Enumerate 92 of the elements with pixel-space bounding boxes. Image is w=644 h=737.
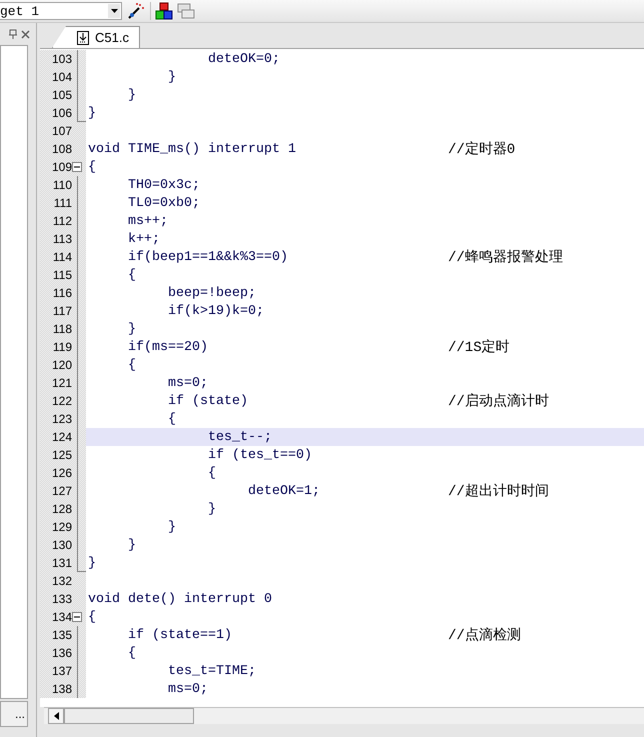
magic-wand-icon[interactable]: [126, 2, 146, 20]
target-dropdown[interactable]: get 1: [0, 2, 122, 20]
code-line: if(ms==20): [126, 340, 209, 354]
line-number: 130: [50, 538, 72, 552]
line-number: 121: [50, 376, 72, 390]
line-number: 127: [50, 484, 72, 498]
code-line: tes_t=TIME;: [166, 664, 257, 678]
fold-end-line: [77, 104, 86, 122]
code-line: {: [87, 610, 97, 624]
code-comment: //点滴检测: [448, 626, 521, 644]
caret-icon: [110, 9, 118, 13]
code-line: TH0=0x3c;: [126, 178, 201, 192]
code-line: }: [87, 106, 97, 120]
code-line: if (tes_t==0): [206, 448, 313, 462]
line-number: 135: [50, 628, 72, 642]
scrollbar-thumb[interactable]: [64, 708, 194, 724]
pin-icon[interactable]: [9, 29, 17, 39]
line-number: 132: [50, 574, 72, 588]
collapse-icon[interactable]: [72, 162, 82, 172]
line-number: 124: [50, 430, 72, 444]
close-icon[interactable]: [21, 30, 30, 38]
code-line: }: [206, 502, 217, 516]
code-line: }: [87, 556, 97, 570]
code-line: }: [166, 520, 177, 534]
line-number: 126: [50, 466, 72, 480]
code-line: {: [87, 160, 97, 174]
line-number: 115: [52, 268, 72, 282]
code-comment: //超出计时时间: [448, 482, 549, 500]
line-number: 110: [52, 178, 72, 192]
code-line: {: [126, 358, 137, 372]
line-number: 108: [50, 142, 72, 156]
code-line: TL0=0xb0;: [126, 196, 201, 210]
code-line: void dete() interrupt 0: [87, 592, 273, 606]
panel-tab[interactable]: ...: [0, 701, 28, 727]
line-number: 125: [50, 448, 72, 462]
line-number: 123: [50, 412, 72, 426]
file-icon: [77, 30, 89, 44]
line-number: 118: [52, 322, 72, 336]
code-line: if (state==1): [126, 628, 233, 642]
code-line: {: [126, 646, 137, 660]
line-number: 134: [50, 610, 72, 624]
line-number: 111: [52, 196, 72, 210]
line-number: 137: [50, 664, 72, 678]
code-comment: //1S定时: [448, 338, 510, 356]
line-number: 133: [50, 592, 72, 606]
line-number: 114: [52, 250, 72, 264]
code-line: if (state): [166, 394, 249, 408]
code-line: tes_t--;: [206, 430, 273, 444]
line-number: 138: [50, 682, 72, 696]
line-number: 106: [50, 106, 72, 120]
file-tab[interactable]: C51.c: [52, 26, 140, 48]
code-line: {: [166, 412, 177, 426]
code-comment: //定时器0: [448, 140, 516, 158]
line-number: 112: [52, 214, 72, 228]
code-line: ms=0;: [166, 682, 209, 696]
line-number: 105: [50, 88, 72, 102]
line-number: 119: [52, 340, 72, 354]
code-line: ms++;: [126, 214, 169, 228]
components-icon[interactable]: [155, 2, 173, 20]
line-number: 136: [50, 646, 72, 660]
code-line: k++;: [126, 232, 161, 246]
fold-end-line: [77, 554, 86, 572]
code-line: if(beep1==1&&k%3==0): [126, 250, 289, 264]
collapse-icon[interactable]: [72, 612, 82, 622]
code-line: }: [126, 88, 137, 102]
code-comment: //启动点滴计时: [448, 392, 549, 410]
line-number: 103: [50, 52, 72, 66]
scroll-left-button[interactable]: [48, 708, 64, 724]
code-line: deteOK=0;: [206, 52, 281, 66]
code-line: beep=!beep;: [166, 286, 257, 300]
line-number: 120: [50, 358, 72, 372]
line-number: 113: [52, 232, 72, 246]
line-number: 109: [50, 160, 72, 174]
code-line: }: [126, 538, 137, 552]
line-number: 104: [50, 70, 72, 84]
code-line: deteOK=1;: [246, 484, 321, 498]
code-line: }: [126, 322, 137, 336]
line-number: 128: [50, 502, 72, 516]
line-number: 117: [52, 304, 72, 318]
code-line: void TIME_ms() interrupt 1: [87, 142, 297, 156]
line-number: 107: [50, 124, 72, 138]
line-number: 116: [52, 286, 72, 300]
code-line: }: [166, 70, 177, 84]
code-line: if(k>19)k=0;: [166, 304, 265, 318]
code-line: {: [126, 268, 137, 282]
line-number: 131: [50, 556, 72, 570]
code-line: {: [206, 466, 217, 480]
code-comment: //蜂鸣器报警处理: [448, 248, 563, 266]
code-line: ms=0;: [166, 376, 209, 390]
line-number: 122: [50, 394, 72, 408]
line-number: 129: [50, 520, 72, 534]
left-arrow-icon: [54, 712, 58, 720]
